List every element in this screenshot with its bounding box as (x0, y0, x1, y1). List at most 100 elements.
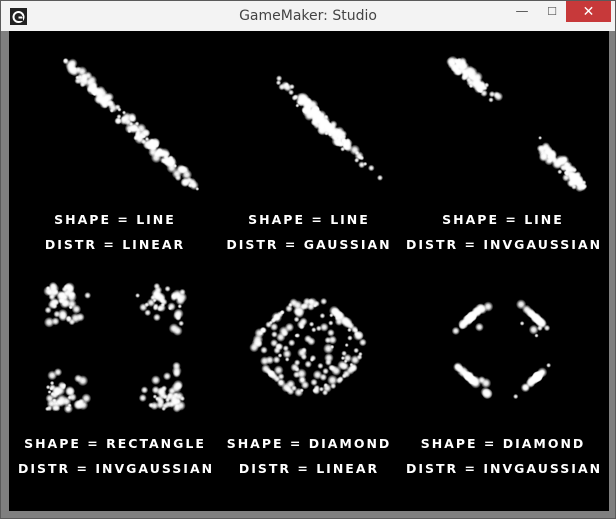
particle (335, 377, 343, 384)
particle (347, 335, 353, 341)
particle (301, 106, 309, 114)
shape-label: SHAPE = DIAMOND (420, 436, 586, 451)
particle (150, 294, 156, 301)
particle (264, 367, 272, 375)
minimize-icon: — (515, 4, 529, 19)
particle (316, 125, 327, 135)
particle (135, 293, 141, 298)
particle (327, 328, 335, 337)
particle (75, 75, 80, 80)
particle (337, 360, 348, 371)
particle (455, 62, 461, 68)
particle (139, 303, 148, 312)
particle (358, 161, 366, 169)
shape-label: SHAPE = LINE (248, 212, 370, 227)
particle (557, 169, 563, 175)
particle (65, 406, 71, 412)
particle-emitter (249, 297, 367, 397)
particle (330, 307, 341, 318)
shape-label: SHAPE = RECTANGLE (24, 436, 206, 451)
particle (66, 291, 77, 303)
particle (64, 385, 76, 397)
particle (354, 150, 360, 156)
particle (129, 122, 140, 133)
particle (83, 71, 93, 80)
particle (546, 362, 552, 368)
particle (53, 310, 61, 318)
particle (61, 396, 72, 407)
particle (313, 300, 320, 308)
particle (152, 313, 161, 322)
particle (464, 313, 475, 324)
particle (344, 143, 353, 152)
particle (59, 290, 67, 299)
distribution-label: DISTR = GAUSSIAN (226, 237, 392, 252)
particle (81, 393, 92, 404)
particle (288, 339, 296, 347)
particle (482, 85, 488, 91)
particle (528, 324, 539, 335)
particle (277, 353, 283, 358)
particle (153, 303, 159, 310)
particle (63, 58, 68, 63)
title-bar[interactable]: GameMaker: Studio — ☐ ✕ (1, 1, 615, 31)
particle (488, 90, 496, 98)
particle (269, 322, 279, 332)
game-canvas[interactable]: SHAPE = LINE DISTR = LINEAR SHAPE = LINE… (9, 31, 609, 511)
particle (536, 318, 542, 324)
particle (522, 383, 530, 392)
particle (284, 82, 289, 87)
particle (51, 385, 62, 396)
particle (328, 364, 335, 371)
particle (320, 297, 328, 305)
particle (68, 305, 73, 310)
particle (474, 322, 484, 332)
particle (319, 322, 329, 332)
maximize-button[interactable]: ☐ (537, 1, 567, 22)
particle (275, 342, 284, 351)
demo-line-linear: SHAPE = LINE DISTR = LINEAR (18, 31, 212, 271)
particle (53, 404, 61, 412)
particle (488, 97, 494, 103)
distribution-label: DISTR = INVGAUSSIAN (18, 461, 215, 476)
particle (290, 362, 300, 372)
particle (323, 343, 334, 354)
close-icon: ✕ (582, 3, 595, 20)
particle (168, 323, 180, 334)
particle (284, 322, 295, 332)
particle (159, 298, 165, 304)
particle (319, 312, 326, 319)
particle (279, 309, 285, 315)
particle (149, 138, 155, 144)
particle (290, 385, 298, 392)
minimize-button[interactable]: — (507, 1, 537, 22)
particle (538, 135, 543, 140)
particle (328, 132, 333, 137)
particle (49, 380, 55, 386)
close-button[interactable]: ✕ (566, 1, 611, 22)
particle (310, 109, 318, 118)
particle (49, 297, 59, 307)
particle (472, 379, 477, 385)
particle (74, 66, 82, 74)
particle (114, 117, 122, 125)
particle (84, 291, 92, 299)
particle-emitter (446, 55, 588, 193)
particle (322, 383, 332, 393)
particle (251, 338, 263, 349)
demo-diamond-invgaussian: SHAPE = DIAMOND DISTR = INVGAUSSIAN (406, 255, 600, 495)
particle (295, 97, 305, 107)
particle-emitter (62, 57, 200, 191)
particle (178, 320, 185, 327)
particle (52, 398, 57, 403)
particle (474, 303, 486, 315)
particle (347, 327, 352, 333)
particle (74, 374, 83, 383)
particle-emitter (275, 75, 384, 181)
particle (569, 171, 580, 182)
particle (155, 400, 165, 410)
distribution-label: DISTR = INVGAUSSIAN (406, 461, 603, 476)
particle (258, 330, 264, 336)
distribution-label: DISTR = INVGAUSSIAN (406, 237, 603, 252)
particle (304, 360, 312, 368)
